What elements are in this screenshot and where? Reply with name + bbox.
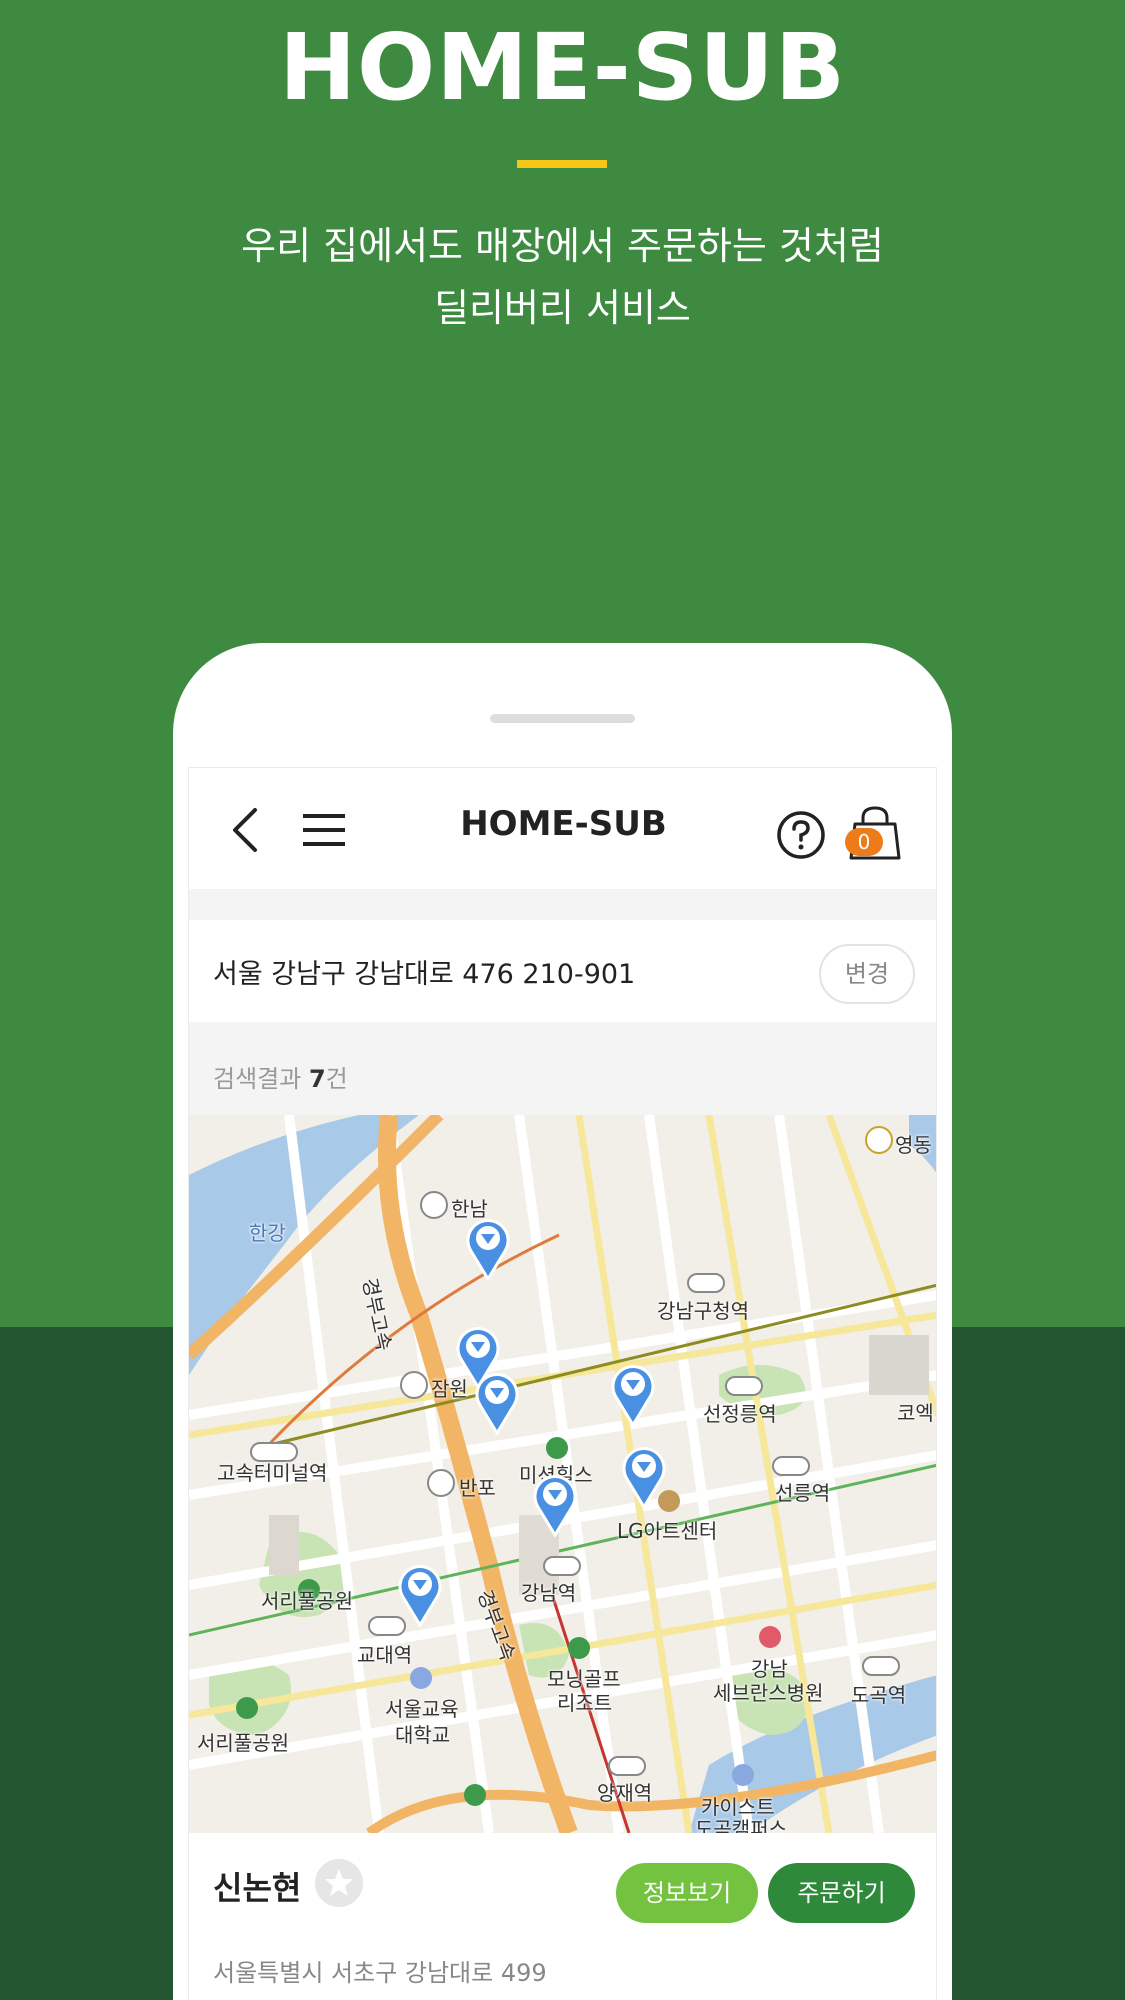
store-map[interactable]: 한강 한남 잠원 반포 경부고속 경부고속 고속터미널역 서리풀공원 서리풀공원…: [189, 1115, 936, 1833]
store-name: 신논현: [213, 1869, 302, 1907]
store-marker-icon[interactable]: [474, 1369, 520, 1435]
store-marker-icon[interactable]: [610, 1361, 656, 1427]
phone-speaker: [490, 714, 635, 723]
cart-count-badge: 0: [845, 828, 883, 856]
store-marker-icon[interactable]: [532, 1471, 578, 1537]
store-address: 서울특별시 서초구 강남대로 499: [213, 1959, 547, 1987]
results-suffix: 건: [325, 1065, 348, 1093]
map-label: 강남역: [521, 1581, 577, 1605]
store-marker-icon[interactable]: [621, 1443, 667, 1509]
map-label: 강남구청역: [657, 1299, 749, 1323]
store-info-button[interactable]: 정보보기: [616, 1863, 758, 1923]
hero-subtitle-line1: 우리 집에서도 매장에서 주문하는 것처럼: [241, 224, 884, 268]
store-marker-icon[interactable]: [465, 1215, 511, 1281]
map-label: 반포: [459, 1476, 496, 1500]
map-label: 교대역: [357, 1643, 413, 1667]
delivery-address: 서울 강남구 강남대로 476 210-901: [213, 959, 636, 990]
map-label: 양재역: [597, 1781, 653, 1805]
hero-subtitle-line2: 딜리버리 서비스: [434, 286, 691, 330]
map-label: LG아트센터: [617, 1519, 718, 1543]
map-label: 서울교육: [385, 1697, 459, 1721]
results-prefix: 검색결과: [213, 1065, 309, 1093]
hero-divider: [517, 160, 607, 168]
map-label: 서리풀공원: [261, 1589, 353, 1613]
map-label: 대학교: [395, 1723, 451, 1747]
order-button[interactable]: 주문하기: [768, 1863, 915, 1923]
delivery-address-row: 서울 강남구 강남대로 476 210-901 변경: [189, 920, 936, 1022]
store-marker-icon[interactable]: [397, 1561, 443, 1627]
map-label: 한강: [249, 1221, 286, 1245]
building: [869, 1335, 929, 1395]
map-label: 코엑: [897, 1401, 934, 1425]
phone-screen: HOME-SUB 0 서울 강남구 강남대로 476 210-901 변경 검색…: [188, 767, 937, 2000]
building: [269, 1515, 299, 1575]
app-header: HOME-SUB 0: [189, 767, 936, 889]
hero-title: HOME-SUB: [279, 14, 846, 121]
map-label: 세브란스병원: [713, 1681, 824, 1705]
map-label: 도곡캠퍼스: [695, 1817, 787, 1833]
help-icon[interactable]: [776, 810, 826, 860]
map-label: 선릉역: [775, 1481, 831, 1505]
map-label: 영동: [895, 1133, 932, 1157]
map-label: 도곡역: [851, 1683, 907, 1707]
map-label: 서리풀공원: [197, 1731, 289, 1755]
search-result-count: 검색결과 7건: [213, 1059, 348, 1094]
hero-subtitle: 우리 집에서도 매장에서 주문하는 것처럼 딜리버리 서비스: [0, 215, 1125, 339]
change-address-button[interactable]: 변경: [819, 944, 915, 1004]
store-card[interactable]: 신논현 정보보기 주문하기 서울특별시 서초구 강남대로 499: [189, 1833, 936, 2000]
results-count: 7: [308, 1065, 326, 1093]
map-label: 고속터미널역: [217, 1461, 328, 1485]
map-label: 리조트: [557, 1691, 613, 1715]
favorite-star-icon[interactable]: [315, 1859, 363, 1907]
map-label: 선정릉역: [703, 1402, 777, 1426]
